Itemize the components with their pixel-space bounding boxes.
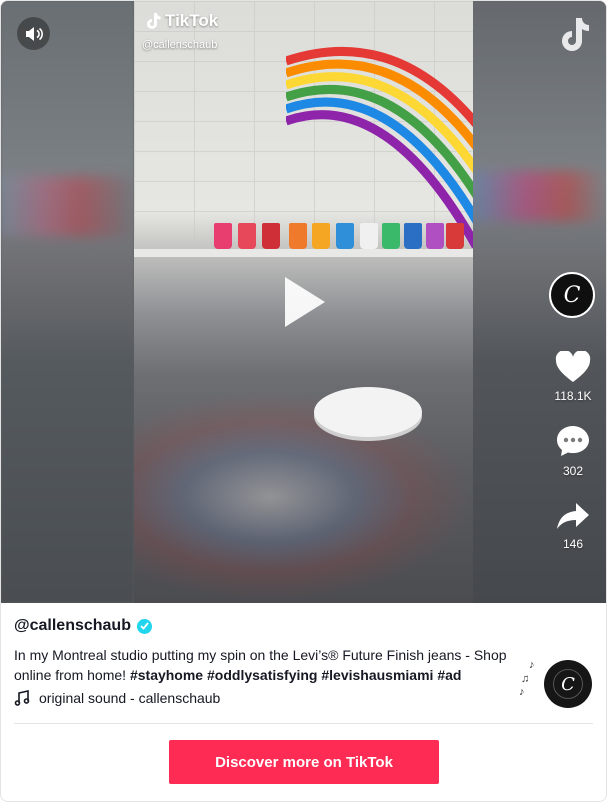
splattered-floor xyxy=(134,391,473,603)
tiktok-watermark-label: TikTok xyxy=(165,11,219,30)
author-handle[interactable]: @callenschaub xyxy=(14,617,131,635)
tiktok-logo-icon xyxy=(147,13,161,29)
sound-name[interactable]: original sound - callenschaub xyxy=(39,690,220,706)
paint-pot xyxy=(426,223,444,249)
paint-pot xyxy=(360,223,378,249)
author-row[interactable]: @callenschaub xyxy=(14,617,152,635)
paint-pot xyxy=(214,223,232,249)
verified-icon xyxy=(136,618,152,634)
paint-pot xyxy=(312,223,330,249)
tiktok-logo-icon[interactable] xyxy=(557,17,591,53)
discover-more-button[interactable]: Discover more on TikTok xyxy=(169,740,439,784)
like-action[interactable]: 118.1K xyxy=(543,351,603,403)
share-action[interactable]: 146 xyxy=(543,501,603,551)
heart-icon xyxy=(555,351,591,382)
caption: In my Montreal studio putting my spin on… xyxy=(14,645,514,685)
tiktok-embed-card: TikTok @callenschaub C 118.1K 302 146 @c… xyxy=(0,0,607,802)
sound-disc[interactable]: C xyxy=(544,660,592,708)
disc-avatar: C xyxy=(553,669,583,699)
share-icon xyxy=(557,503,589,529)
like-count: 118.1K xyxy=(554,389,592,403)
comment-action[interactable]: 302 xyxy=(543,424,603,478)
spin-table xyxy=(314,387,422,437)
tiktok-watermark: TikTok xyxy=(145,11,218,31)
paint-pot xyxy=(262,223,280,249)
post-info: @callenschaub In my Montreal studio putt… xyxy=(1,603,606,801)
video-area[interactable]: TikTok @callenschaub C 118.1K 302 146 xyxy=(1,1,606,603)
paint-pot xyxy=(404,223,422,249)
hashtag-link[interactable]: #stayhome xyxy=(130,667,203,683)
paint-pot xyxy=(238,223,256,249)
paint-pot xyxy=(289,223,307,249)
hashtag-link[interactable]: #ad xyxy=(437,667,461,683)
comment-icon xyxy=(557,426,589,456)
play-icon[interactable] xyxy=(285,277,325,327)
comment-count: 302 xyxy=(562,464,584,478)
hashtag-link[interactable]: #oddlysatisfying xyxy=(207,667,317,683)
paint-pot xyxy=(382,223,400,249)
blurred-backdrop-left xyxy=(1,1,134,603)
music-note-icon xyxy=(14,690,30,706)
share-count: 146 xyxy=(562,537,584,551)
watermark-handle: @callenschaub xyxy=(142,39,218,51)
author-avatar[interactable]: C xyxy=(549,272,595,318)
divider xyxy=(14,723,593,724)
sound-toggle-button[interactable] xyxy=(17,17,50,50)
hashtag-link[interactable]: #levishausmiami xyxy=(321,667,433,683)
sound-icon xyxy=(25,26,43,41)
music-notes-icon: ♪ ♫ ♪ xyxy=(519,659,535,698)
sound-row[interactable]: original sound - callenschaub xyxy=(14,690,220,706)
paint-pot xyxy=(336,223,354,249)
paint-pot xyxy=(446,223,464,249)
paint-shelf xyxy=(134,249,473,257)
